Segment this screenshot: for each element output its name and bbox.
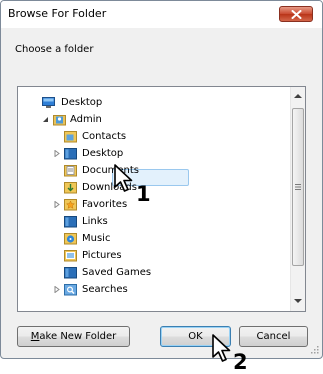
documents-folder-icon — [64, 165, 77, 177]
resize-grip-icon[interactable] — [309, 344, 319, 354]
favorites-folder-icon — [64, 199, 77, 211]
links-folder-icon — [64, 216, 77, 228]
browse-for-folder-dialog: Browse For Folder Choose a folder Deskto… — [0, 0, 323, 359]
tree-item-documents[interactable]: Documents — [18, 163, 288, 178]
tree-item-pictures[interactable]: Pictures — [18, 248, 288, 263]
close-button[interactable] — [279, 6, 313, 22]
ok-label: OK — [188, 331, 203, 342]
scroll-up-arrow-icon[interactable] — [294, 94, 302, 98]
tree-item-music[interactable]: Music — [18, 231, 288, 246]
expanded-arrow-icon[interactable] — [42, 116, 49, 123]
music-folder-icon — [64, 233, 77, 245]
dialog-prompt: Choose a folder — [15, 44, 94, 55]
searches-folder-icon — [64, 284, 77, 296]
collapsed-arrow-icon[interactable] — [53, 150, 60, 157]
tree-item-label: Music — [82, 233, 111, 244]
tree-item-contacts[interactable]: Contacts — [18, 129, 288, 144]
cursor-pointer-icon — [114, 164, 133, 192]
cursor-pointer-icon — [212, 334, 231, 362]
downloads-folder-icon — [64, 182, 77, 194]
collapsed-arrow-icon[interactable] — [53, 286, 60, 293]
tree-item-label: Saved Games — [82, 267, 152, 278]
user-folder-icon — [53, 115, 66, 126]
tree-item-saved-games[interactable]: Saved Games — [18, 265, 288, 280]
tree-item-label: Links — [82, 216, 108, 227]
scrollbar-thumb[interactable] — [292, 108, 304, 266]
tree-item-label: Desktop — [82, 148, 124, 159]
tree-item-label: Favorites — [82, 199, 128, 210]
collapsed-arrow-icon[interactable] — [53, 201, 60, 208]
callout-number-1: 1 — [136, 182, 151, 206]
dialog-title: Browse For Folder — [8, 7, 107, 20]
scroll-down-arrow-icon[interactable] — [294, 299, 302, 303]
tree-item-links[interactable]: Links — [18, 214, 288, 229]
make-new-folder-label: ake New Folder — [39, 331, 117, 342]
title-bar[interactable]: Browse For Folder — [1, 1, 322, 28]
contacts-folder-icon — [64, 131, 77, 143]
pictures-folder-icon — [64, 250, 77, 262]
folder-icon — [64, 148, 77, 160]
saved-games-folder-icon — [64, 267, 77, 279]
scrollbar-grip-icon — [295, 184, 301, 190]
vertical-scrollbar[interactable] — [290, 87, 305, 311]
callout-number-2: 2 — [233, 350, 248, 374]
tree-item-desktop[interactable]: Desktop — [18, 146, 288, 161]
make-new-folder-button[interactable]: Make New Folder — [17, 326, 130, 347]
close-icon — [291, 10, 302, 19]
tree-item-desktop-root[interactable]: Desktop — [18, 95, 288, 110]
tree-item-label: Searches — [82, 284, 128, 295]
tree-item-favorites[interactable]: Favorites — [18, 197, 288, 212]
tree-item-label: Admin — [70, 114, 102, 125]
folder-tree[interactable]: Desktop Admin Contacts Desktop Documents… — [17, 86, 306, 312]
tree-item-admin[interactable]: Admin — [18, 112, 288, 127]
cancel-button[interactable]: Cancel — [239, 326, 308, 347]
tree-item-label: Pictures — [82, 250, 122, 261]
desktop-icon — [42, 97, 55, 108]
cancel-label: Cancel — [256, 331, 291, 342]
tree-item-label: Contacts — [82, 131, 127, 142]
tree-item-downloads[interactable]: Downloads — [18, 180, 288, 195]
tree-item-searches[interactable]: Searches — [18, 282, 288, 297]
tree-item-label: Desktop — [61, 97, 103, 108]
